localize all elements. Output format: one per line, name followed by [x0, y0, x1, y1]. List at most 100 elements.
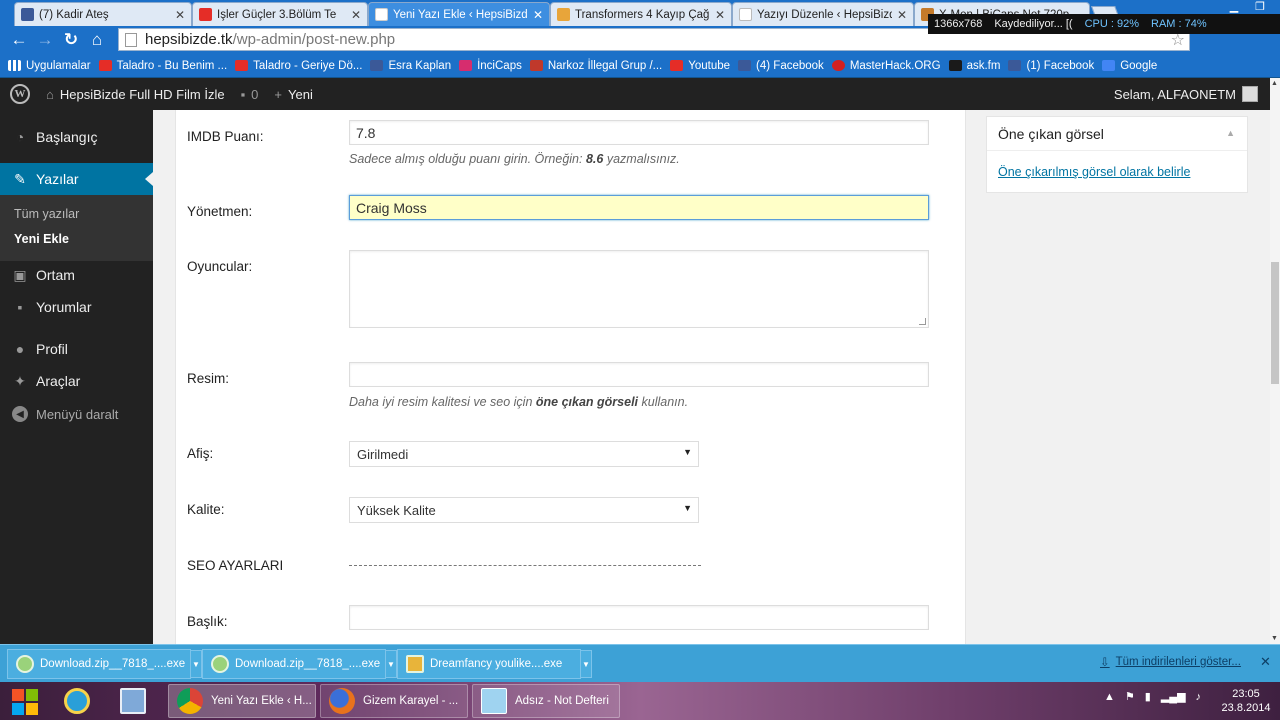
close-icon[interactable]: ✕ — [175, 8, 185, 22]
close-icon[interactable]: ✕ — [715, 8, 725, 22]
bookmark-google[interactable]: Google — [1102, 60, 1165, 72]
sidebar-item-tools[interactable]: ✦ Araçlar — [0, 365, 153, 397]
page-icon — [125, 32, 137, 47]
submenu-add-new[interactable]: Yeni Ekle — [14, 232, 69, 246]
bookmark-facebook-1[interactable]: (1) Facebook — [1008, 60, 1102, 72]
bookmark-taladro-2[interactable]: Taladro - Geriye Dö... — [235, 60, 370, 72]
quality-select[interactable]: Yüksek Kalite ▼ — [349, 497, 699, 523]
home-icon: ⌂ — [46, 86, 54, 102]
page-scrollbar[interactable]: ▲ ▼ — [1270, 78, 1280, 644]
new-content-link[interactable]: + Yeni — [274, 87, 312, 102]
download-item[interactable]: Download.zip__7818_....exe ▼ — [202, 649, 397, 679]
signal-icon[interactable]: ▂▄▆ — [1161, 690, 1186, 703]
back-arrow-icon[interactable]: ← — [6, 27, 32, 53]
action-center-icon[interactable]: ⚑ — [1125, 690, 1135, 703]
comments-link[interactable]: ▪ 0 — [241, 87, 259, 102]
bookmark-youtube[interactable]: Youtube — [670, 60, 738, 72]
bookmark-label: MasterHack.ORG — [849, 59, 941, 72]
sidebar-item-posts[interactable]: ✎ Yazılar — [0, 163, 153, 195]
tab-transformers[interactable]: Transformers 4 Kayıp Çağ ✕ — [550, 2, 732, 26]
bookmark-masterhack[interactable]: MasterHack.ORG — [831, 59, 949, 72]
bookmark-label: Taladro - Geriye Dö... — [253, 59, 363, 72]
chevron-down-icon[interactable]: ▼ — [190, 650, 202, 678]
chevron-down-icon[interactable]: ▼ — [580, 650, 592, 678]
sidebar-item-dashboard[interactable]: ◔ Başlangıç — [0, 121, 153, 153]
bookmark-narkoz[interactable]: Narkoz İllegal Grup /... — [529, 60, 670, 72]
tab-isler-gucler[interactable]: İşler Güçler 3.Bölüm Te ✕ — [192, 2, 368, 26]
close-icon[interactable]: ✕ — [897, 8, 907, 22]
bookmark-label: Youtube — [688, 59, 731, 72]
set-featured-image-link[interactable]: Öne çıkarılmış görsel olarak belirle — [998, 165, 1190, 179]
bookmark-apps[interactable]: Uygulamalar — [8, 60, 99, 72]
chevron-down-icon[interactable]: ▼ — [385, 650, 397, 678]
show-all-downloads-link[interactable]: ⇩ Tüm indirilenleri göster... — [1100, 655, 1241, 669]
home-icon[interactable]: ⌂ — [84, 27, 110, 53]
dropdown-arrow-icon: ▼ — [683, 503, 692, 513]
sidebar-item-comments[interactable]: ▪ Yorumlar — [0, 291, 153, 323]
recorder-status: Kaydediliyor... [( — [994, 18, 1073, 30]
bookmark-askfm[interactable]: ask.fm — [948, 60, 1009, 72]
masterhack-icon — [831, 60, 845, 71]
close-icon[interactable]: ✕ — [351, 8, 361, 22]
battery-icon[interactable]: ▮ — [1145, 690, 1151, 703]
volume-icon[interactable]: ♪ — [1196, 691, 1202, 703]
windows-taskbar: Yeni Yazı Ekle ‹ H... Gizem Karayel - ..… — [0, 682, 1280, 720]
minimize-button[interactable]: ▁ — [1222, 0, 1246, 14]
firefox-icon — [329, 688, 355, 714]
taskbar-ie[interactable] — [56, 684, 108, 718]
comment-icon: ▪ — [17, 299, 23, 315]
account-greeting[interactable]: Selam, ALFAONETM — [1114, 87, 1236, 102]
restore-button[interactable]: ❐ — [1248, 0, 1272, 14]
bookmark-taladro-1[interactable]: Taladro - Bu Benim ... — [98, 60, 236, 72]
start-button[interactable] — [10, 686, 40, 716]
imdb-input[interactable]: 7.8 — [349, 120, 929, 145]
wordpress-logo-icon[interactable]: W — [10, 84, 30, 104]
cast-textarea[interactable] — [349, 250, 929, 328]
sidebar-item-profile[interactable]: ● Profil — [0, 333, 153, 365]
wrench-icon: ✦ — [14, 372, 26, 389]
download-item[interactable]: Dreamfancy youlike....exe ▼ — [397, 649, 592, 679]
bookmark-label: (1) Facebook — [1026, 59, 1095, 72]
featured-image-header[interactable]: Öne çıkan görsel ▲ — [987, 117, 1247, 151]
taskbar-network[interactable] — [112, 684, 164, 718]
show-hidden-icons-icon[interactable]: ▲ — [1104, 691, 1115, 703]
tab-yaziyi-duzenle[interactable]: Yazıyı Düzenle ‹ HepsiBizd ✕ — [732, 2, 914, 26]
scrollbar-thumb[interactable] — [1271, 262, 1279, 384]
reload-icon[interactable]: ↻ — [58, 27, 84, 53]
tab-label: Yazıyı Düzenle ‹ HepsiBizd — [757, 8, 892, 21]
tab-label: Yeni Yazı Ekle ‹ HepsiBizde — [393, 8, 528, 21]
taskbar-chrome[interactable]: Yeni Yazı Ekle ‹ H... — [168, 684, 316, 718]
scroll-down-icon[interactable]: ▼ — [1271, 635, 1278, 642]
scroll-up-icon[interactable]: ▲ — [1271, 80, 1278, 87]
bookmark-facebook-4[interactable]: (4) Facebook — [738, 60, 832, 72]
collapse-menu-button[interactable]: ◀ Menüyü daralt — [12, 406, 118, 422]
tab-kadir-ates[interactable]: (7) Kadir Ateş ✕ — [14, 2, 192, 26]
image-input[interactable] — [349, 362, 929, 387]
poster-select[interactable]: Girilmedi ▼ — [349, 441, 699, 467]
submenu-all-posts[interactable]: Tüm yazılar — [14, 207, 79, 221]
avatar[interactable] — [1242, 86, 1258, 102]
close-icon[interactable]: ✕ — [533, 8, 543, 22]
taskbar-notepad[interactable]: Adsız - Not Defteri — [472, 684, 620, 718]
site-name-link[interactable]: ⌂ HepsiBizde Full HD Film İzle — [46, 87, 225, 102]
seo-title-input[interactable] — [349, 605, 929, 630]
close-icon[interactable]: ✕ — [1260, 654, 1271, 670]
page-icon — [375, 8, 388, 21]
taskbar-clock[interactable]: 23:05 23.8.2014 — [1220, 687, 1272, 715]
taskbar-label: Gizem Karayel - ... — [363, 695, 459, 707]
download-item[interactable]: Download.zip__7818_....exe ▼ — [7, 649, 202, 679]
forward-arrow-icon[interactable]: → — [32, 27, 58, 53]
bookmark-esra-kaplan[interactable]: Esra Kaplan — [370, 60, 459, 72]
quality-selected: Yüksek Kalite — [357, 503, 436, 518]
collapse-arrow-icon[interactable]: ▲ — [1226, 128, 1235, 138]
window-controls: ▁ ❐ — [1222, 0, 1272, 14]
apps-icon — [8, 60, 21, 71]
bookmark-incicaps[interactable]: İnciCaps — [459, 60, 530, 72]
taskbar-label: Yeni Yazı Ekle ‹ H... — [211, 695, 312, 707]
recorder-ram: RAM : 74% — [1151, 18, 1207, 30]
director-input[interactable]: Craig Moss — [349, 195, 929, 220]
wp-admin-bar: W ⌂ HepsiBizde Full HD Film İzle ▪ 0 + Y… — [0, 78, 1270, 110]
taskbar-firefox[interactable]: Gizem Karayel - ... — [320, 684, 468, 718]
tab-yeni-yazi-ekle[interactable]: Yeni Yazı Ekle ‹ HepsiBizde ✕ — [368, 2, 550, 26]
sidebar-item-media[interactable]: ▣ Ortam — [0, 259, 153, 291]
